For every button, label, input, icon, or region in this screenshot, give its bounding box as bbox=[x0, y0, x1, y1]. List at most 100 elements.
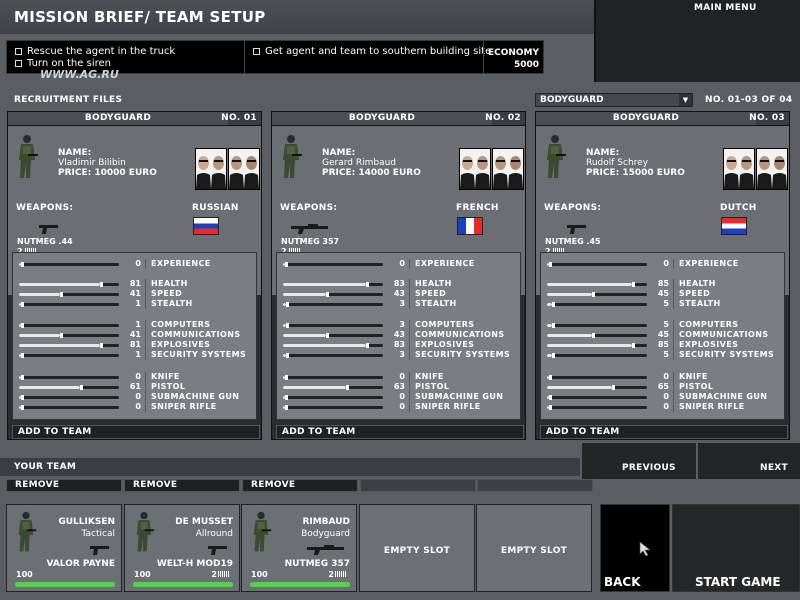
member-class: Allround bbox=[195, 529, 233, 539]
card-header: BODYGUARD NO. 03 bbox=[536, 112, 789, 126]
health-bar bbox=[133, 582, 233, 587]
stat-value: 83 bbox=[393, 340, 405, 349]
your-team-label: YOUR TEAM bbox=[14, 462, 77, 472]
class-filter-dropdown[interactable]: BODYGUARD ▼ bbox=[535, 93, 693, 107]
stat-value: 0 bbox=[663, 259, 669, 268]
member-health-value: 100 bbox=[16, 570, 33, 579]
stat-knob bbox=[366, 343, 369, 348]
health-bar bbox=[250, 582, 350, 587]
divider bbox=[673, 402, 674, 412]
remove-button[interactable]: REMOVE bbox=[242, 479, 358, 492]
checkbox-icon bbox=[15, 60, 22, 67]
divider bbox=[145, 372, 146, 382]
recruit-name: Vladimir Bilibin bbox=[58, 158, 126, 168]
add-to-team-button[interactable]: ADD TO TEAM bbox=[540, 425, 788, 439]
team-slot[interactable]: GULLIKSEN Tactical VALOR PAYNE 100 bbox=[6, 504, 122, 592]
next-button[interactable]: NEXT bbox=[698, 443, 800, 479]
stat-row: 0 KNIFE bbox=[277, 372, 522, 382]
remove-button[interactable]: REMOVE bbox=[124, 479, 240, 492]
team-slot[interactable]: RIMBAUD Bodyguard NUTMEG 357 100 2 bbox=[241, 504, 357, 592]
previous-button[interactable]: PREVIOUS bbox=[582, 443, 696, 479]
stat-name: PISTOL bbox=[415, 382, 450, 391]
start-game-button[interactable]: START GAME bbox=[672, 504, 800, 592]
recruit-card: BODYGUARD NO. 03 NAME: Rudolf Schrey PRI… bbox=[535, 111, 790, 440]
stat-fill bbox=[283, 334, 326, 337]
stat-knob bbox=[549, 375, 552, 380]
stat-name: SUBMACHINE GUN bbox=[679, 392, 768, 401]
stat-row: 0 SNIPER RIFLE bbox=[277, 402, 522, 412]
portrait-front-icon bbox=[459, 148, 491, 190]
back-button[interactable]: BACK bbox=[600, 504, 670, 592]
card-header: BODYGUARD NO. 01 bbox=[8, 112, 261, 126]
stat-slider bbox=[283, 282, 383, 287]
remove-label: REMOVE bbox=[251, 480, 296, 490]
stat-value: 41 bbox=[129, 289, 141, 298]
stat-value: 81 bbox=[129, 279, 141, 288]
divider bbox=[673, 330, 674, 340]
stat-knob bbox=[21, 395, 24, 400]
card-number: NO. 03 bbox=[749, 113, 785, 123]
empty-slot[interactable]: EMPTY SLOT bbox=[359, 504, 475, 592]
rifle-icon bbox=[306, 541, 346, 560]
card-role: BODYGUARD bbox=[272, 112, 492, 125]
stat-row: 41 SPEED bbox=[13, 289, 258, 299]
stat-value: 0 bbox=[399, 402, 405, 411]
stat-slider bbox=[283, 262, 383, 267]
stat-name: EXPERIENCE bbox=[151, 259, 211, 268]
stat-row: 43 COMMUNICATIONS bbox=[277, 330, 522, 340]
portrait-side-icon bbox=[228, 148, 260, 190]
stat-name: HEALTH bbox=[151, 279, 188, 288]
recruit-name: Rudolf Schrey bbox=[586, 158, 649, 168]
stat-row: 81 HEALTH bbox=[13, 279, 258, 289]
stat-name: SNIPER RIFLE bbox=[415, 402, 481, 411]
divider bbox=[673, 392, 674, 402]
stat-value: 85 bbox=[657, 340, 669, 349]
divider bbox=[145, 340, 146, 350]
weapon-name: NUTMEG 357 bbox=[281, 237, 340, 246]
chevron-down-icon[interactable]: ▼ bbox=[679, 94, 692, 106]
stat-row: 1 SECURITY SYSTEMS bbox=[13, 350, 258, 360]
stat-knob bbox=[346, 385, 349, 390]
stat-name: SPEED bbox=[415, 289, 447, 298]
stat-slider bbox=[19, 282, 119, 287]
recruitment-title: RECRUITMENT FILES bbox=[14, 95, 123, 105]
stat-row: 0 SUBMACHINE GUN bbox=[541, 392, 786, 402]
divider bbox=[409, 320, 410, 330]
add-to-team-button[interactable]: ADD TO TEAM bbox=[12, 425, 260, 439]
recruit-price: PRICE: 10000 EURO bbox=[58, 168, 157, 178]
stat-row: 41 COMMUNICATIONS bbox=[13, 330, 258, 340]
soldier-icon bbox=[278, 134, 304, 182]
stat-value: 5 bbox=[663, 350, 669, 359]
remove-button[interactable]: REMOVE bbox=[6, 479, 122, 492]
member-ammo: 2 bbox=[211, 570, 229, 579]
stat-slider bbox=[283, 333, 383, 338]
divider bbox=[673, 320, 674, 330]
stat-row: 0 EXPERIENCE bbox=[277, 259, 522, 269]
soldier-icon bbox=[249, 511, 273, 559]
divider bbox=[409, 259, 410, 269]
soldier-icon bbox=[14, 134, 40, 182]
stat-knob bbox=[632, 282, 635, 287]
stat-knob bbox=[100, 282, 103, 287]
team-slot[interactable]: DE MUSSET Allround WELT-H MOD19 100 2 bbox=[124, 504, 240, 592]
stat-slider bbox=[19, 323, 119, 328]
stat-fill bbox=[547, 283, 632, 286]
stat-knob bbox=[80, 385, 83, 390]
member-weapon: VALOR PAYNE bbox=[46, 559, 115, 569]
divider bbox=[673, 289, 674, 299]
stat-name: COMPUTERS bbox=[151, 320, 211, 329]
main-menu-button[interactable]: MAIN MENU bbox=[594, 0, 800, 82]
stat-knob bbox=[549, 405, 552, 410]
empty-slot[interactable]: EMPTY SLOT bbox=[476, 504, 592, 592]
stat-value: 43 bbox=[393, 289, 405, 298]
checkbox-icon bbox=[15, 48, 22, 55]
stat-row: 3 STEALTH bbox=[277, 299, 522, 309]
stat-name: SUBMACHINE GUN bbox=[151, 392, 240, 401]
member-name: DE MUSSET bbox=[175, 517, 233, 527]
stat-knob bbox=[285, 375, 288, 380]
stat-slider bbox=[19, 405, 119, 410]
stat-fill bbox=[283, 283, 366, 286]
stat-name: KNIFE bbox=[415, 372, 444, 381]
add-to-team-button[interactable]: ADD TO TEAM bbox=[276, 425, 524, 439]
nationality: DUTCH bbox=[720, 203, 757, 213]
